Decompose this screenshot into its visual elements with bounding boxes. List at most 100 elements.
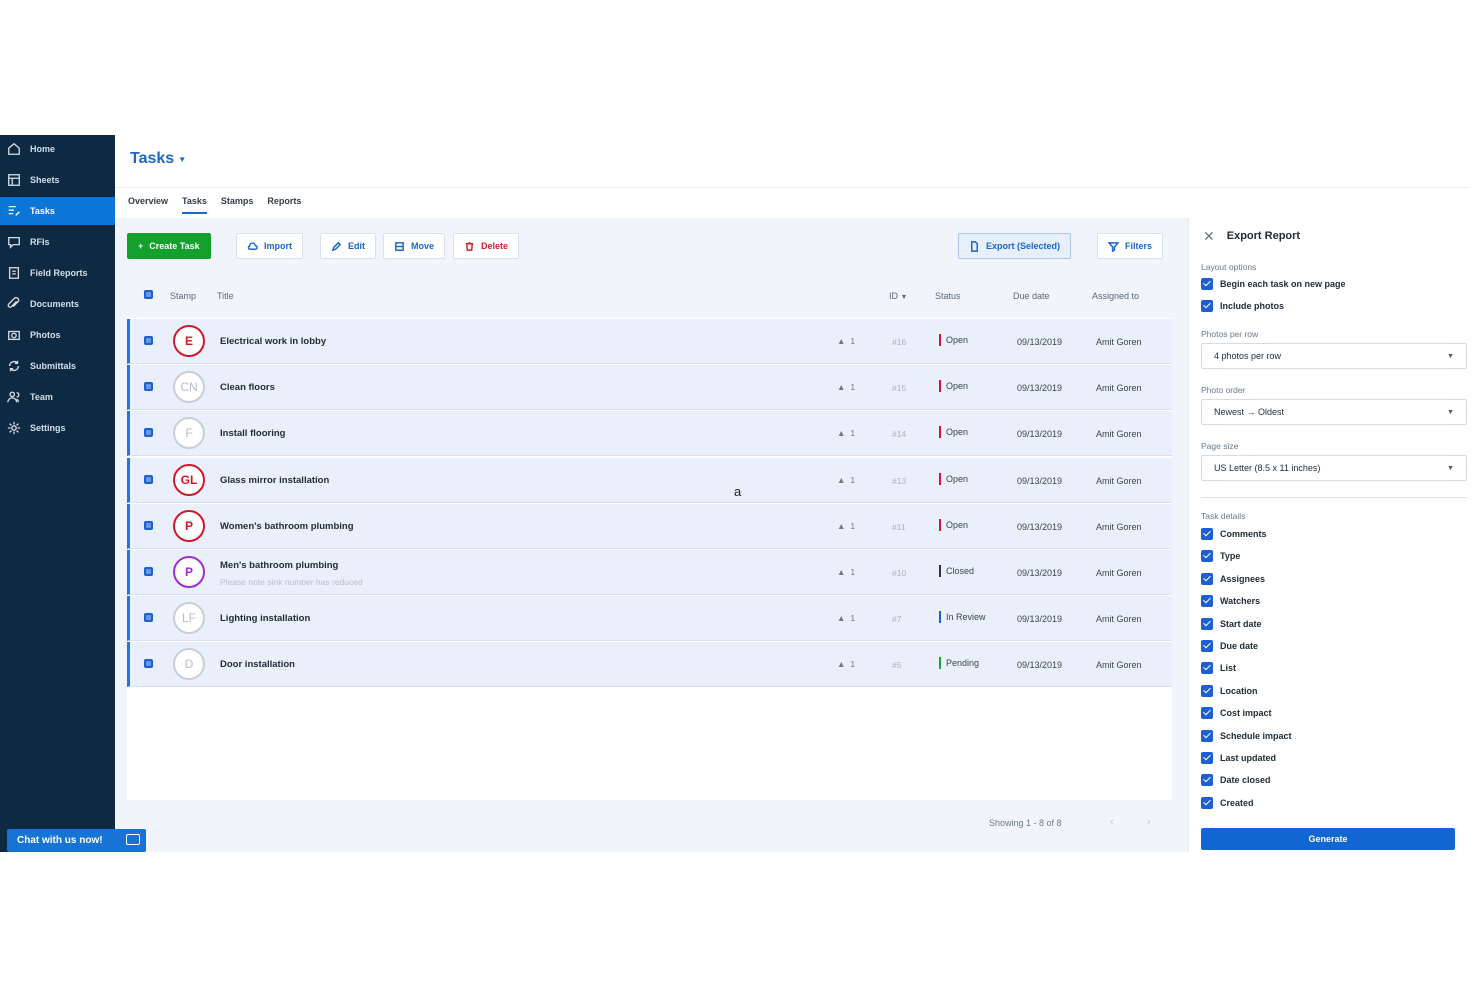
cursor-text: a: [734, 484, 742, 499]
checkbox[interactable]: [1201, 640, 1213, 652]
task-detail-option[interactable]: Created: [1201, 796, 1254, 809]
checkbox[interactable]: [1201, 300, 1213, 312]
task-detail-option[interactable]: List: [1201, 662, 1236, 675]
task-details-label: Task details: [1201, 511, 1246, 521]
tasks-table: Stamp Title ID ▼ Status Due date Assigne…: [127, 273, 1172, 833]
task-title[interactable]: Door installation: [220, 659, 295, 670]
layout-option[interactable]: Begin each task on new page: [1201, 278, 1346, 290]
table-row[interactable]: D Door installation ▲ 1 #5 Pending 09/13/2019 A…: [127, 642, 1172, 688]
photo-order-select[interactable]: Newest → Oldest ▼: [1201, 399, 1467, 425]
checkbox[interactable]: [1201, 572, 1213, 585]
row-checkbox[interactable]: [144, 520, 153, 530]
chat-button[interactable]: Chat with us now!: [7, 829, 146, 852]
filters-button[interactable]: Filters: [1097, 233, 1164, 259]
task-title[interactable]: Women's bathroom plumbing: [220, 521, 354, 532]
select-all-checkbox[interactable]: [144, 290, 153, 299]
tab-stamps[interactable]: Stamps: [221, 195, 254, 214]
next-page-icon[interactable]: ›: [1147, 816, 1151, 828]
page-title[interactable]: Tasks ▼: [130, 150, 186, 168]
checkbox[interactable]: [1201, 278, 1213, 290]
checkbox[interactable]: [1201, 550, 1213, 563]
table-row[interactable]: LF Lighting installation ▲ 1 #7 In Review 09/1…: [127, 596, 1172, 642]
task-detail-option[interactable]: Date closed: [1201, 774, 1271, 787]
sidebar-item-submittals[interactable]: Submittals: [0, 352, 115, 380]
sidebar-item-team[interactable]: Team: [0, 383, 115, 411]
task-title[interactable]: Install flooring: [220, 428, 285, 439]
task-detail-option[interactable]: Location: [1201, 684, 1258, 697]
export-report-panel: ✕ Export Report Layout options Photos pe…: [1188, 218, 1480, 852]
photos-per-row-select[interactable]: 4 photos per row ▼: [1201, 343, 1467, 369]
task-title[interactable]: Lighting installation: [220, 613, 310, 624]
create-task-button[interactable]: + Create Task: [127, 233, 211, 259]
col-title[interactable]: Title: [217, 291, 234, 301]
table-row[interactable]: F Install flooring ▲ 1 #14 Open 09/13/2019 Amit…: [127, 411, 1172, 457]
row-checkbox[interactable]: [144, 428, 153, 438]
task-detail-option[interactable]: Watchers: [1201, 595, 1260, 608]
task-detail-option[interactable]: Assignees: [1201, 572, 1265, 585]
task-title[interactable]: Electrical work in lobby: [220, 336, 326, 347]
checkbox[interactable]: [1201, 684, 1213, 697]
checkbox[interactable]: [1201, 729, 1213, 742]
row-checkbox[interactable]: [144, 474, 153, 484]
col-assigned[interactable]: Assigned to: [1092, 291, 1139, 301]
task-detail-option[interactable]: Start date: [1201, 617, 1262, 630]
tab-overview[interactable]: Overview: [128, 195, 168, 214]
sidebar-item-field-reports[interactable]: Field Reports: [0, 259, 115, 287]
task-detail-option[interactable]: Comments: [1201, 528, 1267, 540]
layout-option[interactable]: Include photos: [1201, 300, 1284, 312]
prev-page-icon[interactable]: ‹: [1110, 816, 1114, 828]
sidebar-item-rfis[interactable]: RFIs: [0, 228, 115, 256]
task-detail-option[interactable]: Due date: [1201, 640, 1258, 652]
task-detail-option[interactable]: Last updated: [1201, 752, 1276, 764]
row-checkbox[interactable]: [144, 659, 153, 669]
col-due-date[interactable]: Due date: [1013, 291, 1050, 301]
generate-button[interactable]: Generate: [1201, 828, 1455, 850]
task-detail-label: Date closed: [1220, 775, 1271, 786]
task-detail-option[interactable]: Cost impact: [1201, 707, 1272, 720]
checkbox[interactable]: [1201, 528, 1213, 540]
assignee-count: ▲ 1: [837, 567, 855, 577]
table-row[interactable]: P Women's bathroom plumbing ▲ 1 #11 Open 09/13…: [127, 503, 1172, 549]
task-detail-option[interactable]: Schedule impact: [1201, 729, 1292, 742]
checkbox[interactable]: [1201, 662, 1213, 675]
sidebar-item-photos[interactable]: Photos: [0, 321, 115, 349]
sidebar-item-sheets[interactable]: Sheets: [0, 166, 115, 194]
import-button[interactable]: Import: [236, 233, 303, 259]
table-row[interactable]: P Men's bathroom plumbing Please note sink…: [127, 550, 1172, 595]
col-id[interactable]: ID ▼: [889, 291, 907, 301]
tab-tasks[interactable]: Tasks: [182, 195, 207, 214]
sidebar-item-home[interactable]: Home: [0, 135, 115, 163]
checkbox[interactable]: [1201, 595, 1213, 608]
close-icon[interactable]: ✕: [1203, 228, 1215, 245]
task-title[interactable]: Men's bathroom plumbing: [220, 560, 338, 571]
delete-button[interactable]: Delete: [453, 233, 520, 259]
task-detail-option[interactable]: Type: [1201, 550, 1240, 563]
row-checkbox[interactable]: [144, 567, 153, 576]
checkbox[interactable]: [1201, 796, 1213, 809]
table-row[interactable]: E Electrical work in lobby ▲ 1 #16 Open 09/13/…: [127, 319, 1172, 364]
row-checkbox[interactable]: [144, 613, 153, 623]
sidebar-item-tasks[interactable]: Tasks: [0, 197, 115, 225]
row-checkbox[interactable]: [144, 336, 153, 345]
checkbox[interactable]: [1201, 617, 1213, 630]
col-status[interactable]: Status: [935, 291, 961, 301]
sidebar-item-settings[interactable]: Settings: [0, 414, 115, 442]
sidebar-item-documents[interactable]: Documents: [0, 290, 115, 318]
edit-button[interactable]: Edit: [320, 233, 376, 259]
checkbox[interactable]: [1201, 774, 1213, 787]
checkbox[interactable]: [1201, 707, 1213, 720]
chat-label: Chat with us now!: [17, 835, 103, 846]
checkbox[interactable]: [1201, 752, 1213, 764]
task-title[interactable]: Glass mirror installation: [220, 475, 329, 486]
move-button[interactable]: Move: [383, 233, 446, 259]
table-row[interactable]: CN Clean floors ▲ 1 #15 Open 09/13/2019 Amit Go…: [127, 365, 1172, 411]
task-title[interactable]: Clean floors: [220, 382, 275, 393]
row-checkbox[interactable]: [144, 382, 153, 392]
status-cell: Open: [939, 518, 968, 531]
person-icon: ▲: [837, 659, 846, 670]
export-selected-button[interactable]: Export (Selected): [958, 233, 1072, 259]
page-size-select[interactable]: US Letter (8.5 x 11 inches) ▼: [1201, 455, 1467, 481]
tab-reports[interactable]: Reports: [267, 195, 301, 214]
chevron-down-icon: ▼: [900, 294, 908, 301]
table-row[interactable]: GL Glass mirror installation ▲ 1 #13 Open 09/1…: [127, 457, 1172, 503]
